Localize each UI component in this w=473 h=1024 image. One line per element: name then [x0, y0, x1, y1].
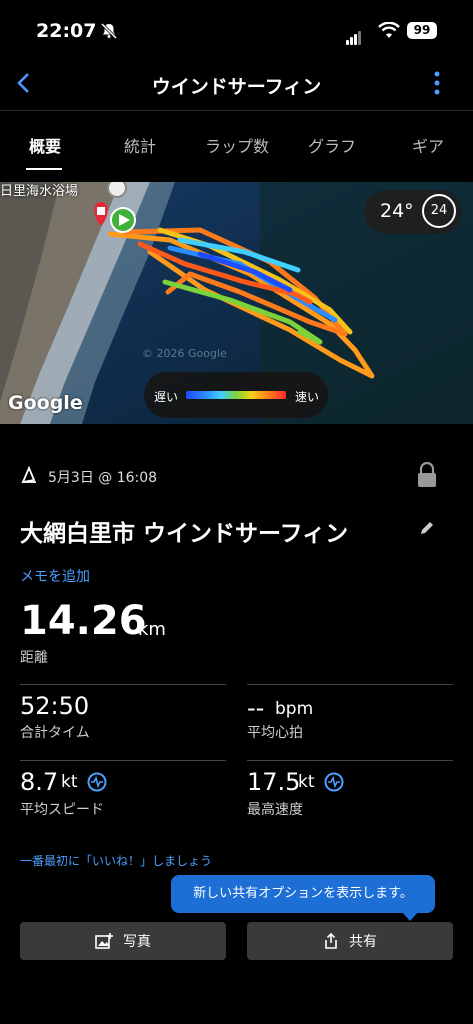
total-time-label: 合計タイム — [20, 725, 90, 741]
stat-divider — [247, 760, 453, 761]
page-title: ウインドサーフィン — [151, 76, 322, 98]
add-photo-icon — [95, 933, 113, 949]
like-prompt-link[interactable]: 一番最初に「いいね！」しましょう — [20, 852, 212, 869]
map-place-label: 日里海水浴場 — [0, 184, 79, 199]
legend-fast-label: 速い — [295, 390, 320, 404]
activity-name: 大網白里市 ウインドサーフィン — [20, 521, 349, 547]
edit-pencil-icon[interactable] — [418, 519, 436, 537]
add-memo-link[interactable]: メモを追加 — [20, 566, 90, 586]
distance-unit: km — [138, 619, 166, 640]
windsurf-icon — [21, 466, 36, 484]
stat-divider — [20, 684, 226, 685]
avg-speed-value: 8.7 — [20, 768, 59, 796]
lock-icon[interactable] — [416, 462, 438, 488]
tab-gear[interactable]: ギア — [396, 133, 460, 157]
max-speed-unit: kt — [298, 772, 315, 792]
map-watermark: © 2026 Google — [142, 347, 227, 360]
more-options-icon[interactable] — [432, 70, 442, 96]
avg-hr-value: -- — [247, 694, 265, 722]
share-button[interactable]: 共有 — [247, 922, 453, 960]
battery-indicator: 99 — [407, 22, 437, 39]
uv-index-badge: 24 — [422, 194, 456, 228]
tooltip-arrow — [401, 911, 419, 921]
tab-overview[interactable]: 概要 — [20, 133, 70, 157]
distance-value: 14.26 — [20, 598, 147, 644]
google-logo: Google — [8, 392, 83, 414]
share-icon — [325, 933, 337, 949]
activity-date: 5月3日 @ 16:08 — [48, 470, 158, 486]
avg-hr-unit: bpm — [275, 699, 314, 719]
nav-divider — [0, 110, 473, 111]
bell-muted-icon — [100, 22, 118, 40]
max-speed-label: 最高速度 — [247, 802, 303, 818]
tab-graph[interactable]: グラフ — [298, 133, 366, 157]
avg-hr-label: 平均心拍 — [247, 725, 303, 741]
share-label: 共有 — [349, 934, 377, 950]
wifi-icon — [378, 22, 400, 38]
stat-divider — [20, 760, 226, 761]
signal-icon — [346, 26, 362, 45]
avg-speed-label: 平均スピード — [20, 802, 104, 818]
share-options-tooltip[interactable]: 新しい共有オプションを表示します。 — [171, 875, 435, 913]
stat-divider — [247, 684, 453, 685]
add-photo-button[interactable]: 写真 — [20, 922, 226, 960]
tab-laps[interactable]: ラップ数 — [194, 133, 280, 157]
total-time-value: 52:50 — [20, 692, 90, 720]
pulse-chart-icon[interactable] — [324, 772, 344, 792]
avg-speed-unit: kt — [61, 772, 78, 792]
max-speed-value: 17.5 — [247, 768, 301, 796]
pulse-chart-icon[interactable] — [87, 772, 107, 792]
legend-slow-label: 遅い — [154, 390, 179, 404]
add-photo-label: 写真 — [123, 934, 151, 950]
active-tab-indicator — [26, 168, 62, 170]
speed-gradient-bar — [186, 391, 286, 399]
temperature-value: 24° — [380, 200, 414, 222]
distance-label: 距離 — [20, 650, 48, 666]
status-time: 22:07 — [36, 20, 97, 42]
tab-stats[interactable]: 統計 — [112, 133, 168, 157]
